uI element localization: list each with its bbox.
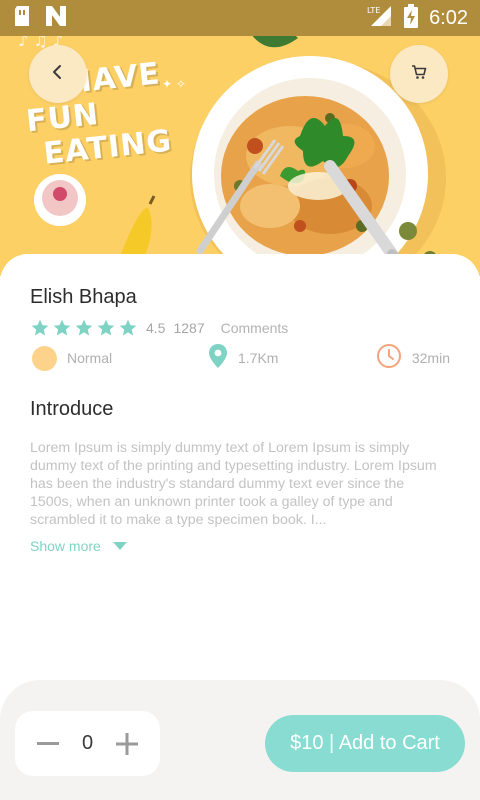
notification-n-icon [44, 5, 68, 32]
decrease-quantity-button[interactable] [35, 731, 61, 757]
caret-down-icon [112, 541, 127, 550]
time-label: 32min [411, 350, 450, 366]
plus-icon [116, 732, 138, 755]
battery-icon [403, 3, 419, 33]
introduce-text: Lorem Ipsum is simply dummy text of Lore… [30, 440, 437, 528]
review-count: 1287 [173, 320, 205, 336]
location-pin-icon [208, 343, 228, 374]
rating-row: 4.5 1287 Comments [30, 318, 288, 338]
difficulty-dot-icon [32, 345, 57, 371]
difficulty-info: Normal [32, 344, 112, 372]
star-icon [53, 319, 71, 336]
order-bar: 0 $10 | Add to Cart [0, 680, 480, 800]
introduce-heading: Introduce [30, 398, 114, 420]
sim-card-icon [12, 5, 32, 32]
info-row: Normal 1.7Km 32min [30, 343, 450, 374]
food-detail-screen: LTE 6:02 ♪ ♫ ♪ ✦ ✧ HAVE FUN EATING Elish… [0, 0, 480, 800]
dish-title: Elish Bhapa [30, 286, 137, 308]
show-more-label: Show more [30, 538, 101, 554]
shopping-cart-icon [411, 64, 427, 85]
status-bar: LTE 6:02 [0, 0, 480, 36]
minus-icon [37, 741, 59, 745]
distance-label: 1.7Km [238, 350, 279, 366]
chevron-left-icon [51, 64, 65, 85]
status-time: 6:02 [429, 6, 468, 29]
star-icon [119, 319, 137, 336]
star-icon [75, 319, 93, 336]
back-button[interactable] [29, 45, 87, 103]
show-more-toggle[interactable]: Show more [30, 538, 127, 554]
add-to-cart-button[interactable]: $10 | Add to Cart [265, 715, 465, 772]
increase-quantity-button[interactable] [114, 731, 140, 757]
distance-info: 1.7Km [208, 343, 279, 374]
star-icon [31, 319, 49, 336]
signal-icon: LTE [367, 4, 393, 33]
quantity-value: 0 [81, 732, 94, 754]
star-rating [30, 318, 138, 338]
clock-icon [376, 343, 402, 374]
difficulty-label: Normal [67, 350, 113, 366]
cart-button[interactable] [390, 45, 448, 103]
network-type-label: LTE [367, 6, 380, 15]
star-icon [97, 319, 115, 336]
time-info: 32min [376, 343, 450, 374]
comments-link[interactable]: Comments [221, 320, 289, 336]
rating-value: 4.5 [146, 320, 166, 336]
quantity-stepper: 0 [15, 711, 160, 776]
